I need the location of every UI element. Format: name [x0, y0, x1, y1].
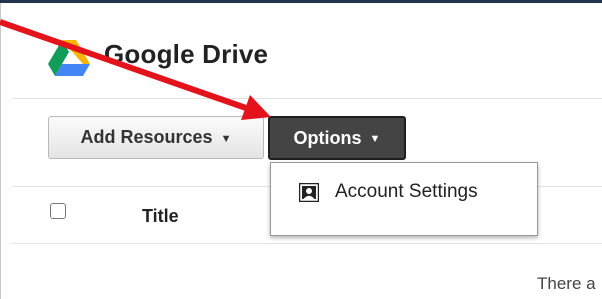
- caret-down-icon: ▼: [220, 132, 232, 145]
- caret-down-icon: ▼: [369, 133, 381, 145]
- empty-state-message: There a: [537, 274, 596, 293]
- options-button[interactable]: Options ▼: [268, 116, 406, 160]
- options-label: Options: [293, 127, 362, 148]
- page-title: Google Drive: [104, 39, 269, 69]
- add-resources-label: Add Resources: [80, 127, 213, 147]
- menu-item-label: Account Settings: [335, 181, 478, 202]
- table-header-bottom-divider: [12, 243, 602, 244]
- add-resources-button[interactable]: Add Resources ▼: [48, 116, 264, 159]
- google-drive-logo-icon: [48, 40, 90, 76]
- app-header: Google Drive: [0, 3, 602, 99]
- menu-item-account-settings[interactable]: Account Settings: [271, 173, 537, 213]
- header-divider: [12, 98, 602, 99]
- account-card-icon: [299, 183, 319, 202]
- column-header-title[interactable]: Title: [142, 206, 179, 227]
- select-all-checkbox[interactable]: [50, 203, 66, 219]
- toolbar: Add Resources ▼ Options ▼: [0, 112, 602, 162]
- options-dropdown-menu: Account Settings: [270, 162, 538, 236]
